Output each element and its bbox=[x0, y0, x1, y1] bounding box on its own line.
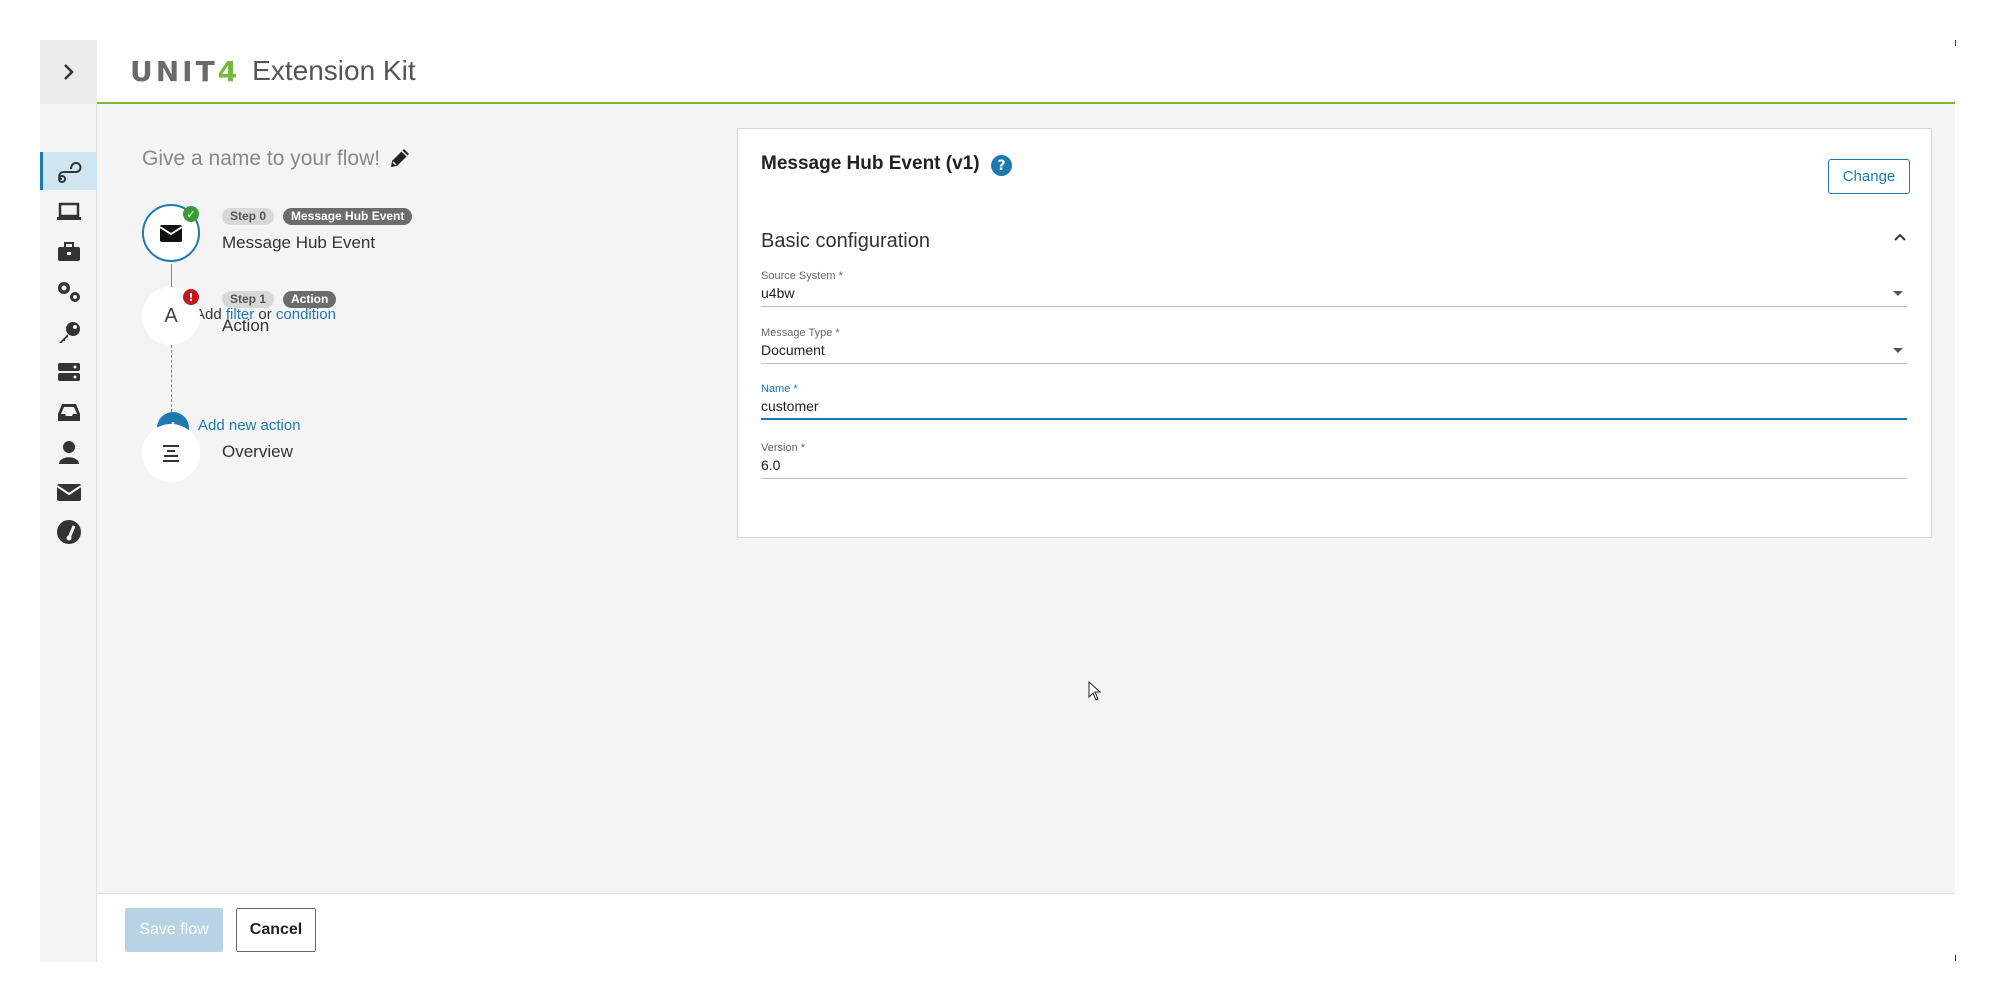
add-condition-link[interactable]: condition bbox=[276, 306, 336, 323]
unit4-logo: UNIT4 bbox=[130, 54, 241, 88]
section-title: Basic configuration bbox=[761, 230, 930, 252]
flow-icon bbox=[58, 161, 82, 183]
source-system-select[interactable]: Source System * u4bw bbox=[761, 270, 1907, 307]
expand-sidebar-button[interactable] bbox=[40, 40, 97, 104]
sidebar-item-inbox[interactable] bbox=[40, 393, 97, 431]
step-1-chip: Step 1 bbox=[222, 291, 275, 308]
dropdown-arrow-icon bbox=[1893, 348, 1903, 353]
sidebar-item-apps[interactable] bbox=[40, 193, 97, 231]
step-0-chip: Step 0 bbox=[222, 208, 275, 225]
user-icon bbox=[58, 441, 79, 464]
gears-icon bbox=[57, 282, 80, 302]
sidebar bbox=[40, 40, 97, 962]
envelope-icon bbox=[55, 484, 82, 501]
success-check-icon: ✓ bbox=[183, 206, 199, 222]
key-icon bbox=[58, 322, 80, 343]
briefcase-icon bbox=[57, 242, 80, 261]
add-action-link[interactable]: Add new action bbox=[198, 417, 301, 434]
sidebar-item-messages[interactable] bbox=[40, 473, 97, 511]
connector-line bbox=[171, 345, 172, 412]
dropdown-arrow-icon bbox=[1893, 291, 1903, 296]
overview-label[interactable]: Overview bbox=[222, 442, 293, 462]
error-icon: ! bbox=[183, 289, 199, 305]
pencil-icon[interactable] bbox=[387, 145, 413, 171]
cancel-button[interactable]: Cancel bbox=[236, 908, 316, 952]
sidebar-item-settings[interactable] bbox=[40, 273, 97, 311]
change-button[interactable]: Change bbox=[1828, 159, 1910, 194]
overview-node[interactable] bbox=[142, 424, 200, 482]
sidebar-item-dashboard[interactable] bbox=[40, 513, 97, 551]
help-icon[interactable]: ? bbox=[991, 155, 1012, 176]
step-1-type-chip: Action bbox=[283, 291, 337, 308]
app-title: Extension Kit bbox=[252, 55, 416, 86]
app-window: UNIT4 Extension Kit Give a name to your … bbox=[40, 40, 1955, 962]
app-header: UNIT4 Extension Kit bbox=[97, 40, 1955, 104]
chevron-right-icon bbox=[63, 64, 74, 80]
step-0-title[interactable]: Message Hub Event bbox=[222, 233, 375, 253]
sidebar-item-users[interactable] bbox=[40, 433, 97, 471]
step-0-type-chip: Message Hub Event bbox=[283, 208, 413, 225]
envelope-icon bbox=[160, 224, 182, 242]
server-icon bbox=[57, 363, 80, 381]
panel-title: Message Hub Event (v1) bbox=[761, 153, 980, 174]
align-center-icon bbox=[163, 445, 179, 462]
footer-bar: Save flow Cancel bbox=[97, 893, 1955, 962]
name-field[interactable]: Name * customer bbox=[761, 383, 1907, 420]
message-type-select[interactable]: Message Type * Document bbox=[761, 327, 1907, 364]
save-flow-button[interactable]: Save flow bbox=[125, 908, 223, 952]
action-letter-icon: A bbox=[164, 304, 178, 327]
version-field[interactable]: Version * 6.0 bbox=[761, 442, 1907, 479]
chevron-up-icon[interactable] bbox=[1890, 227, 1910, 247]
gauge-icon bbox=[56, 520, 81, 544]
step-1-title[interactable]: Action bbox=[222, 316, 269, 336]
config-panel: Message Hub Event (v1) ? Change Basic co… bbox=[737, 128, 1932, 538]
flow-name-input[interactable]: Give a name to your flow! bbox=[142, 147, 380, 171]
laptop-icon bbox=[56, 202, 81, 220]
mouse-cursor-icon bbox=[1088, 681, 1102, 701]
sidebar-item-tools[interactable] bbox=[40, 233, 97, 271]
sidebar-item-flows[interactable] bbox=[40, 152, 97, 190]
sidebar-item-storage[interactable] bbox=[40, 353, 97, 391]
inbox-icon bbox=[57, 404, 80, 421]
sidebar-item-keys[interactable] bbox=[40, 314, 97, 352]
